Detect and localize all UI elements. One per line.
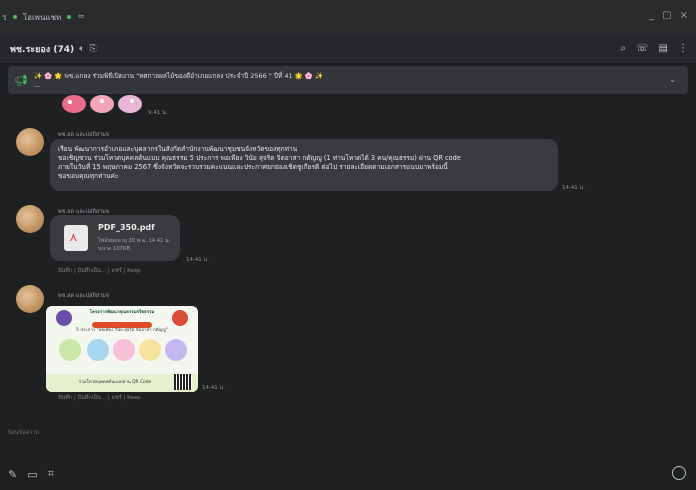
- file-attachment[interactable]: ⋏ PDF_350.pdf ไฟล์หมดอายุ 20 พ.ค. 14.41 …: [50, 215, 180, 261]
- poster-subtitle: 5 ประการ "พอเพียง วินัย สุจริต จิตอาสา ก…: [76, 328, 168, 333]
- qr-code: [174, 374, 192, 390]
- file-actions[interactable]: บันทึก | บันทึกเป็น... | แชร์ | Keep: [58, 267, 141, 275]
- message-time: 9.41 น.: [148, 110, 168, 116]
- avatar[interactable]: [16, 205, 44, 233]
- file-name: PDF_350.pdf: [98, 223, 155, 232]
- tab-openchat[interactable]: โอเพนแชท: [23, 11, 61, 24]
- title-bar: ร โอเพนแชท ≈ _ ▢ ×: [0, 0, 696, 34]
- announcement-banner[interactable]: 📢︎ ✨ 🌸 🌟 พช.แกลง ร่วมพิธีเปิดงาน "ทศกาลผ…: [8, 66, 688, 94]
- message-time: 14.41 น.: [202, 385, 226, 391]
- avatar[interactable]: [16, 128, 44, 156]
- file-size: ขนาด 107KB: [98, 246, 130, 252]
- poster-footer: ร่วมโหวตบุคคลต้นแบบผ่าน QR Code: [78, 380, 152, 385]
- emoji-icon[interactable]: [672, 466, 686, 480]
- message-input[interactable]: ป้อนข้อความ: [8, 429, 39, 437]
- more-icon[interactable]: ⋮: [678, 43, 688, 54]
- maximize-button[interactable]: ▢: [662, 10, 671, 21]
- message-time: 14.41 น.: [186, 257, 210, 263]
- image-actions[interactable]: บันทึก | บันทึกเป็น... | แชร์ | Keep: [58, 394, 141, 402]
- composer-toolbar: ✎ ▭ ⌗: [0, 458, 696, 490]
- poster-title: โครงการพัฒนาคุณธรรมจริยธรรม: [89, 310, 155, 315]
- message-time: 14.41 น.: [562, 185, 586, 191]
- chevron-down-icon[interactable]: ⌄: [669, 75, 676, 84]
- mute-icon[interactable]: 🔈︎: [79, 44, 84, 54]
- search-icon[interactable]: ⌕: [620, 43, 626, 54]
- message-line: ขอเชิญชวน ร่วมโหวตบุคคลต้นแบบ คุณธรรม 5 …: [58, 154, 461, 162]
- status-dot: [12, 15, 17, 19]
- call-icon[interactable]: ☏: [636, 43, 649, 54]
- sender-name: พช.ลด และปสถิสามจ: [58, 132, 110, 138]
- message-text: เรียน พัฒนาการอำเภอและบุคลากรในสังกัดสำน…: [58, 145, 558, 181]
- announcement-text-more: ...: [33, 81, 41, 89]
- sender-name: พช.ลด และปสถิสามจ: [58, 293, 110, 299]
- message-line: เรียน พัฒนาการอำเภอและบุคลากรในสังกัดสำน…: [58, 145, 298, 153]
- sticker-icon[interactable]: ▭: [27, 468, 37, 481]
- crop-icon[interactable]: ⌗: [48, 467, 54, 481]
- megaphone-icon: 📢︎: [14, 73, 28, 87]
- avatar[interactable]: [16, 285, 44, 313]
- message-line: ภายในวันที่ 15 พฤษภาคม 2567 ซึ่งจังหวัดจ…: [58, 163, 448, 171]
- sticker-image[interactable]: [60, 92, 144, 114]
- announcement-text: ✨ 🌸 🌟 พช.แกลง ร่วมพิธีเปิดงาน "ทศกาลผลไม…: [33, 72, 324, 80]
- attach-icon[interactable]: ✎: [8, 468, 17, 481]
- minimize-button[interactable]: _: [649, 10, 654, 21]
- sliders-icon[interactable]: ≈: [77, 12, 85, 22]
- pdf-icon: ⋏: [64, 225, 88, 251]
- notes-icon[interactable]: ▤: [659, 43, 668, 54]
- chat-header: พช.ระยอง (74) 🔈︎ ⎘ ⌕ ☏ ▤ ⋮: [0, 34, 696, 64]
- app-label: ร: [2, 13, 7, 23]
- room-title[interactable]: พช.ระยอง (74): [10, 42, 74, 56]
- close-button[interactable]: ×: [680, 10, 688, 21]
- link-icon[interactable]: ⎘: [90, 44, 97, 54]
- image-attachment[interactable]: โครงการพัฒนาคุณธรรมจริยธรรม 5 ประการ "พอ…: [46, 306, 198, 392]
- status-dot: [67, 15, 72, 19]
- file-expiry: ไฟล์หมดอายุ 20 พ.ค. 14.41 น.: [98, 238, 171, 244]
- message-line: ขอขอบคุณทุกท่านค่ะ: [58, 172, 119, 180]
